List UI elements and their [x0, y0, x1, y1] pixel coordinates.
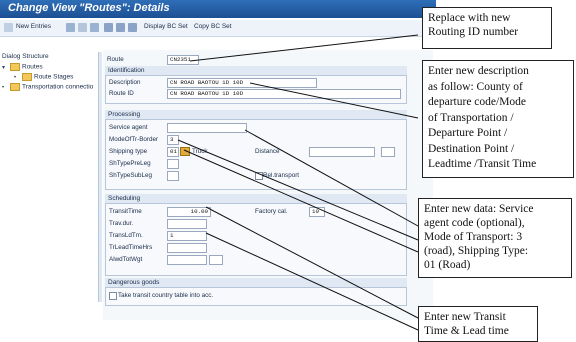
- edit-icon[interactable]: [4, 23, 13, 32]
- tree-item-route-stages[interactable]: • Route Stages: [14, 73, 73, 81]
- route-field[interactable]: CN2351: [167, 55, 199, 65]
- bullet-icon: •: [2, 84, 5, 91]
- new-entries-button[interactable]: New Entries: [16, 23, 51, 30]
- deselect-icon[interactable]: [128, 23, 137, 32]
- allowed-total-weight-field[interactable]: [167, 255, 207, 265]
- sh-type-pre-leg-label: ShTypePreLeg: [109, 160, 151, 167]
- display-bc-set-button[interactable]: Display BC Set: [144, 23, 188, 30]
- toolbar: New Entries Display BC Set Copy BC Set: [0, 20, 436, 37]
- callout-service-agent: Enter new data: Service agent code (opti…: [418, 198, 572, 278]
- route-detail-form: Route CN2351 Identification Description …: [103, 50, 433, 320]
- identification-header: Identification: [105, 66, 407, 76]
- copy-bc-set-button[interactable]: Copy BC Set: [194, 23, 232, 30]
- allowed-total-weight-label: AlwdTotWgt: [109, 256, 143, 263]
- splitter[interactable]: [98, 52, 102, 302]
- select-all-icon[interactable]: [104, 23, 113, 32]
- distance-label: Distance: [255, 148, 280, 155]
- distance-unit-field[interactable]: [381, 147, 395, 157]
- trans-lead-time-field[interactable]: 1: [167, 231, 207, 241]
- tr-lead-time-hrs-label: TrLeadTimeHrs: [109, 244, 153, 251]
- factory-calendar-label: Factory cal.: [255, 208, 288, 215]
- route-id-field[interactable]: CN ROAD BAOTOU 1D 10D: [167, 89, 401, 99]
- window-title: Change View "Routes": Details: [8, 2, 170, 14]
- description-field[interactable]: CN ROAD BAOTOU 1D 10D: [167, 78, 317, 88]
- transit-time-label: TransitTime: [109, 208, 142, 215]
- travel-duration-field[interactable]: [167, 219, 207, 229]
- transit-country-checkbox[interactable]: [109, 292, 117, 300]
- transit-country-label: Take transit country table into acc.: [118, 292, 214, 299]
- tr-lead-time-hrs-field[interactable]: [167, 243, 207, 253]
- folder-icon: [22, 73, 32, 81]
- copy-icon[interactable]: [66, 23, 75, 32]
- route-id-label: Route ID: [109, 90, 134, 97]
- sh-type-sub-leg-label: ShTypeSubLeg: [109, 172, 153, 179]
- delete-icon[interactable]: [78, 23, 87, 32]
- truck-icon: [180, 147, 190, 156]
- travel-duration-label: Trav.dur.: [109, 220, 134, 227]
- factory-calendar-field[interactable]: 10: [309, 207, 325, 217]
- mode-of-transport-field[interactable]: 3: [167, 135, 179, 145]
- folder-open-icon: [10, 63, 20, 71]
- select-block-icon[interactable]: [116, 23, 125, 32]
- sh-type-pre-leg-field[interactable]: [167, 159, 179, 169]
- shipping-type-description: Truck: [192, 148, 208, 155]
- service-agent-field[interactable]: [167, 123, 247, 133]
- weight-unit-field[interactable]: [209, 255, 223, 265]
- sh-type-sub-leg-field[interactable]: [167, 171, 179, 181]
- route-label: Route: [107, 56, 124, 63]
- rel-transport-checkbox[interactable]: [255, 172, 263, 180]
- mode-of-transport-label: ModeOfTr-Border: [109, 136, 159, 143]
- undo-icon[interactable]: [90, 23, 99, 32]
- dialog-structure-header: Dialog Structure: [2, 53, 49, 60]
- description-label: Description: [109, 79, 141, 86]
- shipping-type-field[interactable]: 01: [167, 147, 179, 157]
- rel-transport-label: Rel.transport: [263, 172, 300, 179]
- processing-header: Processing: [105, 110, 407, 120]
- tree-item-transportation-connections[interactable]: • Transportation connectio: [2, 83, 93, 91]
- expand-arrow-icon[interactable]: ▾: [2, 64, 10, 71]
- callout-transit-time: Enter new Transit Time & Lead time: [418, 306, 538, 342]
- bullet-icon: •: [14, 74, 17, 81]
- scheduling-header: Scheduling: [105, 194, 407, 204]
- callout-routing-id: Replace with new Routing ID number: [422, 7, 552, 49]
- tree-item-routes[interactable]: ▾ Routes: [2, 63, 43, 71]
- trans-lead-time-label: TransLdTm.: [109, 232, 143, 239]
- distance-field[interactable]: [309, 147, 375, 157]
- shipping-type-label: Shipping type: [109, 148, 148, 155]
- service-agent-label: Service agent: [109, 124, 148, 131]
- title-bar: Change View "Routes": Details: [0, 0, 436, 18]
- transit-time-field[interactable]: 10.00: [167, 207, 211, 217]
- dialog-structure-panel: Dialog Structure ▾ Routes • Route Stages •…: [0, 52, 101, 302]
- scheduling-group: [105, 194, 407, 276]
- callout-description: Enter new description as follow: County …: [422, 60, 574, 178]
- folder-icon: [10, 83, 20, 91]
- dangerous-goods-header: Dangerous goods: [105, 278, 407, 288]
